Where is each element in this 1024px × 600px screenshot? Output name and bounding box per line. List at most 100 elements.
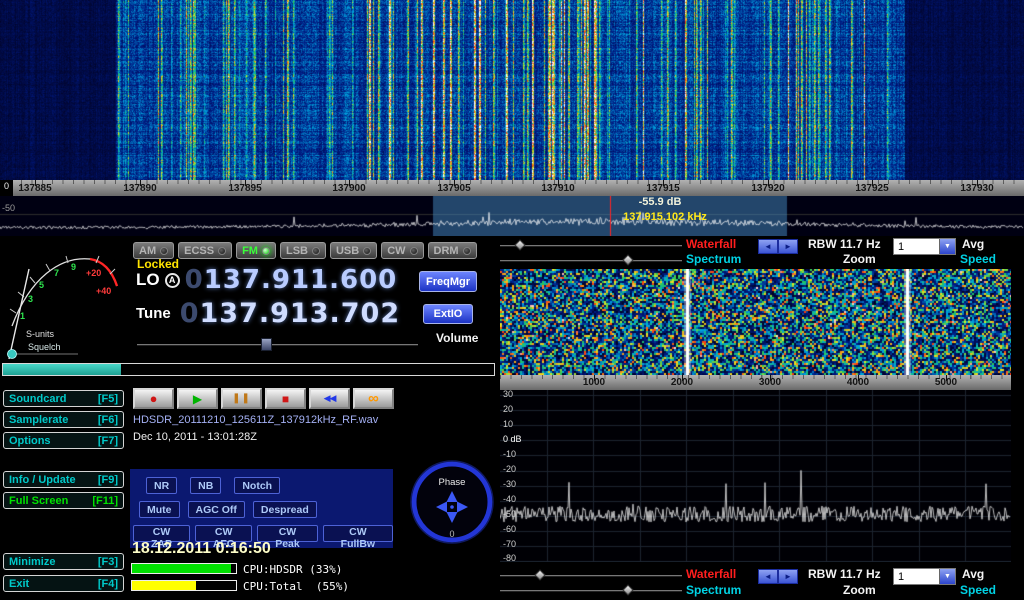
mode-lsb-button[interactable]: LSB (280, 242, 326, 259)
freq-tick-label: 137890 (112, 183, 168, 194)
mute-button[interactable]: Mute (139, 501, 180, 518)
squelch-handle[interactable] (8, 350, 17, 359)
shift-right-button[interactable]: ► (778, 569, 798, 584)
lo-frequency-display[interactable]: 0137.911.600 (185, 267, 398, 293)
date-time-display: 18.12.2011 0:16:50 (132, 540, 271, 558)
upper-brightness-slider[interactable] (500, 240, 682, 251)
nb-button[interactable]: NB (190, 477, 221, 494)
slider-handle[interactable] (622, 584, 633, 595)
minimize-button[interactable]: Minimize [F3] (3, 553, 124, 570)
options-button[interactable]: Options [F7] (3, 432, 124, 449)
upper-avg-label: Avg (962, 237, 984, 251)
spectrum-axis-label: -30 (503, 479, 516, 489)
rf-tick-label: 4000 (838, 377, 878, 388)
shift-left-button[interactable]: ◄ (758, 569, 778, 584)
shift-right-button[interactable]: ► (778, 239, 798, 254)
frequency-scale[interactable]: 137885 137890 137895 137900 137905 13791… (0, 180, 1024, 196)
smeter-tick: 3 (28, 294, 33, 304)
agc-off-button[interactable]: AGC Off (188, 501, 245, 518)
volume-slider[interactable] (137, 339, 418, 350)
playback-position-bar[interactable] (2, 363, 495, 376)
mode-drm-button[interactable]: DRM (428, 242, 477, 259)
slider-groove (137, 344, 418, 345)
stop-button[interactable]: ■ (265, 388, 306, 409)
upper-avg-select[interactable]: 1 ▼ (893, 238, 956, 255)
lower-rbw-label: RBW 11.7 Hz (808, 567, 881, 581)
button-label: Options (9, 435, 51, 447)
mode-fm-button[interactable]: FM (236, 242, 276, 259)
slider-handle[interactable] (514, 239, 525, 250)
tune-leading-zero: 0 (180, 298, 200, 329)
samplerate-button[interactable]: Samplerate [F6] (3, 411, 124, 428)
combo-dropdown-button[interactable]: ▼ (939, 239, 955, 254)
slider-handle[interactable] (534, 569, 545, 580)
upper-zoom-slider[interactable] (500, 255, 682, 266)
notch-button[interactable]: Notch (234, 477, 280, 494)
play-button[interactable]: ▶ (177, 388, 218, 409)
mode-selector: AM ECSS FM LSB USB CW DRM (133, 242, 477, 259)
info-update-button[interactable]: Info / Update [F9] (3, 471, 124, 488)
mode-cw-button[interactable]: CW (381, 242, 423, 259)
extio-button[interactable]: ExtIO (423, 304, 473, 324)
mode-led-icon (262, 247, 270, 255)
freqmgr-button[interactable]: FreqMgr (419, 271, 477, 292)
tune-frequency-display[interactable]: 0137.913.702 (180, 300, 400, 327)
main-waterfall-display[interactable] (0, 0, 1024, 180)
recording-filename: HDSDR_20111210_125611Z_137912kHz_RF.wav (133, 414, 378, 426)
lower-avg-select[interactable]: 1 ▼ (893, 568, 956, 585)
lower-brightness-slider[interactable] (500, 570, 682, 581)
slider-handle[interactable] (622, 254, 633, 265)
smeter-tick: 1 (20, 311, 25, 321)
mode-ecss-button[interactable]: ECSS (178, 242, 232, 259)
phase-value: 0 (449, 529, 454, 539)
nr-button[interactable]: NR (146, 477, 177, 494)
upper-spectrum-tab[interactable]: Spectrum (686, 252, 741, 266)
rf-spectrum-display[interactable] (500, 390, 1011, 562)
cw-fullbw-button[interactable]: CW FullBw (323, 525, 393, 542)
dsp-row-1: NR NB Notch (146, 477, 393, 494)
smeter-tick: 9 (71, 262, 76, 272)
arrow-left-icon: ◄ (764, 572, 772, 581)
volume-slider-handle[interactable] (261, 338, 272, 351)
combo-dropdown-button[interactable]: ▼ (939, 569, 955, 584)
chevron-down-icon: ▼ (944, 243, 951, 250)
mode-usb-button[interactable]: USB (330, 242, 377, 259)
playback-position-fill (3, 364, 121, 375)
lower-shift-buttons: ◄ ► (758, 569, 798, 584)
button-hotkey: [F4] (98, 578, 118, 590)
loop-icon: ∞ (368, 390, 379, 407)
lower-waterfall-tab[interactable]: Waterfall (686, 567, 736, 581)
spectrum-axis-label: -20 (503, 464, 516, 474)
cpu-total-bar (131, 580, 237, 591)
smeter-tick: +40 (96, 286, 111, 296)
lower-spectrum-tab[interactable]: Spectrum (686, 583, 741, 597)
cpu-total-fill (132, 581, 196, 590)
slider-groove (500, 245, 682, 246)
soundcard-button[interactable]: Soundcard [F5] (3, 390, 124, 407)
lower-zoom-slider[interactable] (500, 585, 682, 596)
button-hotkey: [F6] (98, 414, 118, 426)
rf-waterfall-display[interactable] (500, 269, 1011, 375)
rewind-button[interactable]: ◀◀ (309, 388, 350, 409)
record-button[interactable]: ● (133, 388, 174, 409)
mode-label: USB (336, 245, 359, 257)
fullscreen-button[interactable]: Full Screen [F11] (3, 492, 124, 509)
tune-label: Tune (136, 305, 171, 322)
combo-value: 1 (894, 239, 939, 254)
phase-dial[interactable]: Phase 0 (406, 455, 498, 547)
zoom-spectrum-display[interactable] (0, 196, 1024, 236)
exit-button[interactable]: Exit [F4] (3, 575, 124, 592)
tune-digits: 137.913.702 (200, 298, 401, 329)
rf-frequency-scale[interactable]: 1000 2000 3000 4000 5000 (500, 375, 1011, 390)
button-hotkey: [F3] (98, 556, 118, 568)
pause-icon: ❚❚ (232, 393, 251, 404)
pause-button[interactable]: ❚❚ (221, 388, 262, 409)
freq-tick-label: 137895 (217, 183, 273, 194)
despread-button[interactable]: Despread (253, 501, 317, 518)
lock-icon[interactable]: A (165, 273, 180, 288)
upper-waterfall-tab[interactable]: Waterfall (686, 237, 736, 251)
freq-tick-label: 137885 (7, 183, 63, 194)
freq-tick-label: 137910 (530, 183, 586, 194)
shift-left-button[interactable]: ◄ (758, 239, 778, 254)
loop-button[interactable]: ∞ (353, 388, 394, 409)
